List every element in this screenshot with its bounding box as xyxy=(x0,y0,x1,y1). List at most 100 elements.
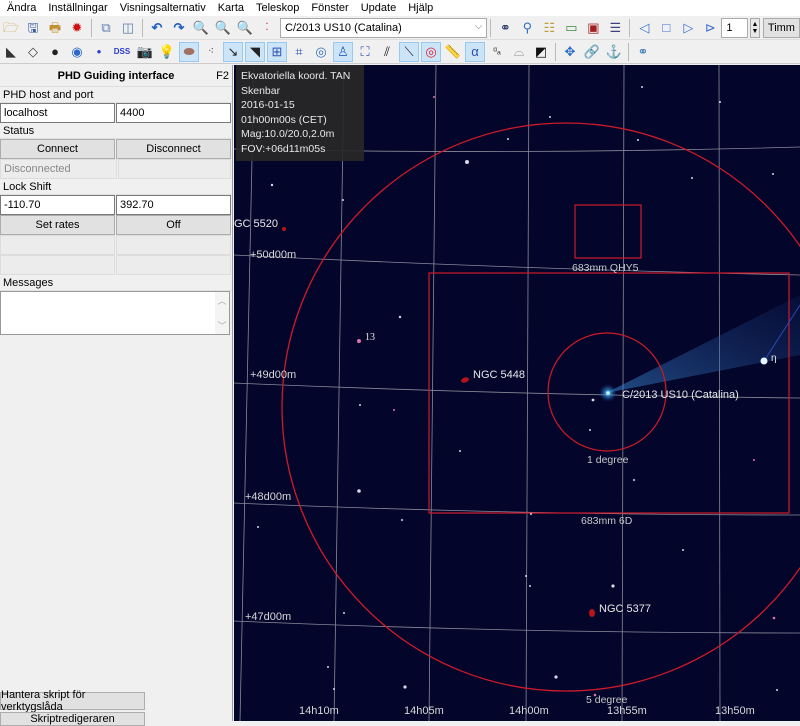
dots-icon[interactable]: ⁚ xyxy=(257,18,277,38)
zoom-icon[interactable]: 🔍 xyxy=(235,18,255,38)
eta-star[interactable] xyxy=(760,357,768,365)
spin-down-icon[interactable]: ▼ xyxy=(751,28,758,35)
connect-button[interactable]: Connect xyxy=(0,139,115,159)
stop-icon[interactable]: □ xyxy=(656,18,676,38)
step-spinner[interactable]: ▲ ▼ xyxy=(749,17,760,38)
constellation-boundary-icon[interactable]: ⛶ xyxy=(355,42,375,62)
ngc5448-galaxy[interactable] xyxy=(460,376,469,383)
line-icon[interactable]: ⟍ xyxy=(399,41,419,62)
print-icon[interactable]: 🖶 xyxy=(45,18,65,38)
sky-chart[interactable]: η C/2013 US10 (Catalina) NGC 5448 NGC 53… xyxy=(234,65,800,721)
dss-icon[interactable]: DSS xyxy=(111,42,133,62)
messages-scrollbar[interactable]: ︿ ﹀ xyxy=(215,292,229,334)
menu-fonster[interactable]: Fönster xyxy=(304,2,353,14)
list-icon[interactable]: ☷ xyxy=(539,18,559,38)
menu-andra[interactable]: Ändra xyxy=(0,2,41,14)
menu-visningsalternativ[interactable]: Visningsalternativ xyxy=(113,2,211,14)
manage-scripts-button[interactable]: Hantera skript för verktygslåda xyxy=(0,689,145,713)
window-tile-icon[interactable]: ◫ xyxy=(118,18,138,38)
scroll-up-icon[interactable]: ︿ xyxy=(217,294,226,307)
milky-way-icon[interactable]: ◥ xyxy=(245,41,265,62)
milky-way-band-icon[interactable]: ⫽ xyxy=(377,42,397,62)
galaxy-icon[interactable]: ◉ xyxy=(67,42,87,62)
binoculars-icon[interactable]: ⚭ xyxy=(495,18,515,38)
constellation-icon[interactable]: ⁖ xyxy=(201,42,221,62)
planets-icon[interactable]: ⚭ xyxy=(633,42,653,62)
alpha-icon[interactable]: α xyxy=(465,41,485,62)
move-icon[interactable]: ✥ xyxy=(560,42,580,62)
step-forward-icon[interactable]: ⊳ xyxy=(700,18,720,38)
set-rates-button[interactable]: Set rates xyxy=(0,215,115,235)
save-icon[interactable]: 🖫 xyxy=(23,18,43,38)
bell-icon[interactable]: ◇ xyxy=(23,42,43,62)
ngc5377-galaxy[interactable] xyxy=(589,609,595,617)
spin-up-icon[interactable]: ▲ xyxy=(751,21,758,28)
toolbar-separator xyxy=(629,18,631,37)
telescope-icon[interactable]: ◣ xyxy=(1,42,21,62)
menu-update[interactable]: Update xyxy=(354,2,401,14)
sky-chart-canvas[interactable]: η C/2013 US10 (Catalina) NGC 5448 NGC 53… xyxy=(234,65,800,721)
star xyxy=(611,584,615,588)
step-back-icon[interactable]: ◁ xyxy=(634,18,654,38)
horizon-icon[interactable]: ⌓ xyxy=(509,42,529,62)
menu-teleskop[interactable]: Teleskop xyxy=(249,2,304,14)
star xyxy=(343,612,345,614)
star xyxy=(641,86,643,88)
label-icon[interactable]: ᵅₐ xyxy=(487,42,507,62)
color-bars-icon[interactable]: ☰ xyxy=(605,18,625,38)
chevron-down-icon[interactable]: ⌵ xyxy=(475,21,483,32)
ngc5520-galaxy[interactable] xyxy=(282,227,286,231)
link-icon[interactable]: 🔗 xyxy=(582,42,602,62)
window-cascade-icon[interactable]: ⧉ xyxy=(96,18,116,38)
ngc5377-label: NGC 5377 xyxy=(599,603,651,615)
calendar-date-icon[interactable]: ▣ xyxy=(583,18,603,38)
grid-coord-icon[interactable]: ⌗ xyxy=(289,42,309,62)
messages-textarea[interactable]: ︿ ﹀ xyxy=(0,291,230,335)
play-icon[interactable]: ▷ xyxy=(678,18,698,38)
constellation-figure-icon[interactable]: ♙ xyxy=(333,41,353,62)
menu-karta[interactable]: Karta xyxy=(211,2,249,14)
dark-object-icon[interactable]: ● xyxy=(45,42,65,62)
scroll-down-icon[interactable]: ﹀ xyxy=(217,319,226,332)
lock-shift-x-input[interactable]: -110.70 xyxy=(0,195,115,215)
grid-icon[interactable]: ⊞ xyxy=(267,41,287,62)
toolbar-separator xyxy=(628,42,629,61)
zoom-out-icon[interactable]: 🔍 xyxy=(213,18,233,38)
object-search-select[interactable]: C/2013 US10 (Catalina) ⌵ xyxy=(280,17,488,38)
undo-icon[interactable]: ↶ xyxy=(147,18,167,38)
disconnect-button[interactable]: Disconnect xyxy=(116,139,231,159)
menu-installningar[interactable]: Inställningar xyxy=(41,2,112,14)
compass-icon[interactable]: ◎ xyxy=(311,42,331,62)
target-icon[interactable]: ◎ xyxy=(421,41,441,62)
redo-icon[interactable]: ↷ xyxy=(169,18,189,38)
lock-shift-y-input[interactable]: 392.70 xyxy=(116,195,231,215)
nebula-icon[interactable]: ⬬ xyxy=(179,41,199,62)
find-user-icon[interactable]: ⚲ xyxy=(517,18,537,38)
menu-hjalp[interactable]: Hjälp xyxy=(401,2,438,14)
comet-tail xyxy=(606,295,800,393)
camera-icon[interactable]: 📷 xyxy=(135,42,155,62)
ruler-icon[interactable]: 📏 xyxy=(443,42,463,62)
zoom-in-icon[interactable]: 🔍 xyxy=(191,18,211,38)
port-input[interactable]: 4400 xyxy=(116,103,231,123)
star-dot-icon[interactable]: ● xyxy=(89,42,109,62)
comet-nucleus[interactable] xyxy=(606,391,610,395)
open-icon[interactable]: 🗁 xyxy=(1,18,21,38)
settings-gear-icon[interactable]: ✹ xyxy=(67,18,87,38)
off-button[interactable]: Off xyxy=(116,215,231,235)
step-count-input[interactable]: 1 xyxy=(721,17,748,38)
host-port-label: PHD host and port xyxy=(0,87,232,103)
anchor-icon[interactable]: ⚓ xyxy=(604,42,624,62)
contrast-icon[interactable]: ◩ xyxy=(531,42,551,62)
time-unit-select[interactable]: Timm xyxy=(762,17,800,38)
projection-text: Ekvatoriella koord. TAN xyxy=(241,70,351,82)
script-editor-button[interactable]: Skriptredigeraren xyxy=(0,712,145,726)
ra-label-14h10m: 14h10m xyxy=(299,705,339,717)
calendar-window-icon[interactable]: ▭ xyxy=(561,18,581,38)
host-input[interactable]: localhost xyxy=(0,103,115,123)
empty-cell xyxy=(0,255,115,275)
bulb-icon[interactable]: 💡 xyxy=(157,42,177,62)
comet-icon[interactable]: ↘ xyxy=(223,41,243,62)
time-text: 01h00m00s (CET) xyxy=(241,113,327,126)
star xyxy=(776,689,778,691)
